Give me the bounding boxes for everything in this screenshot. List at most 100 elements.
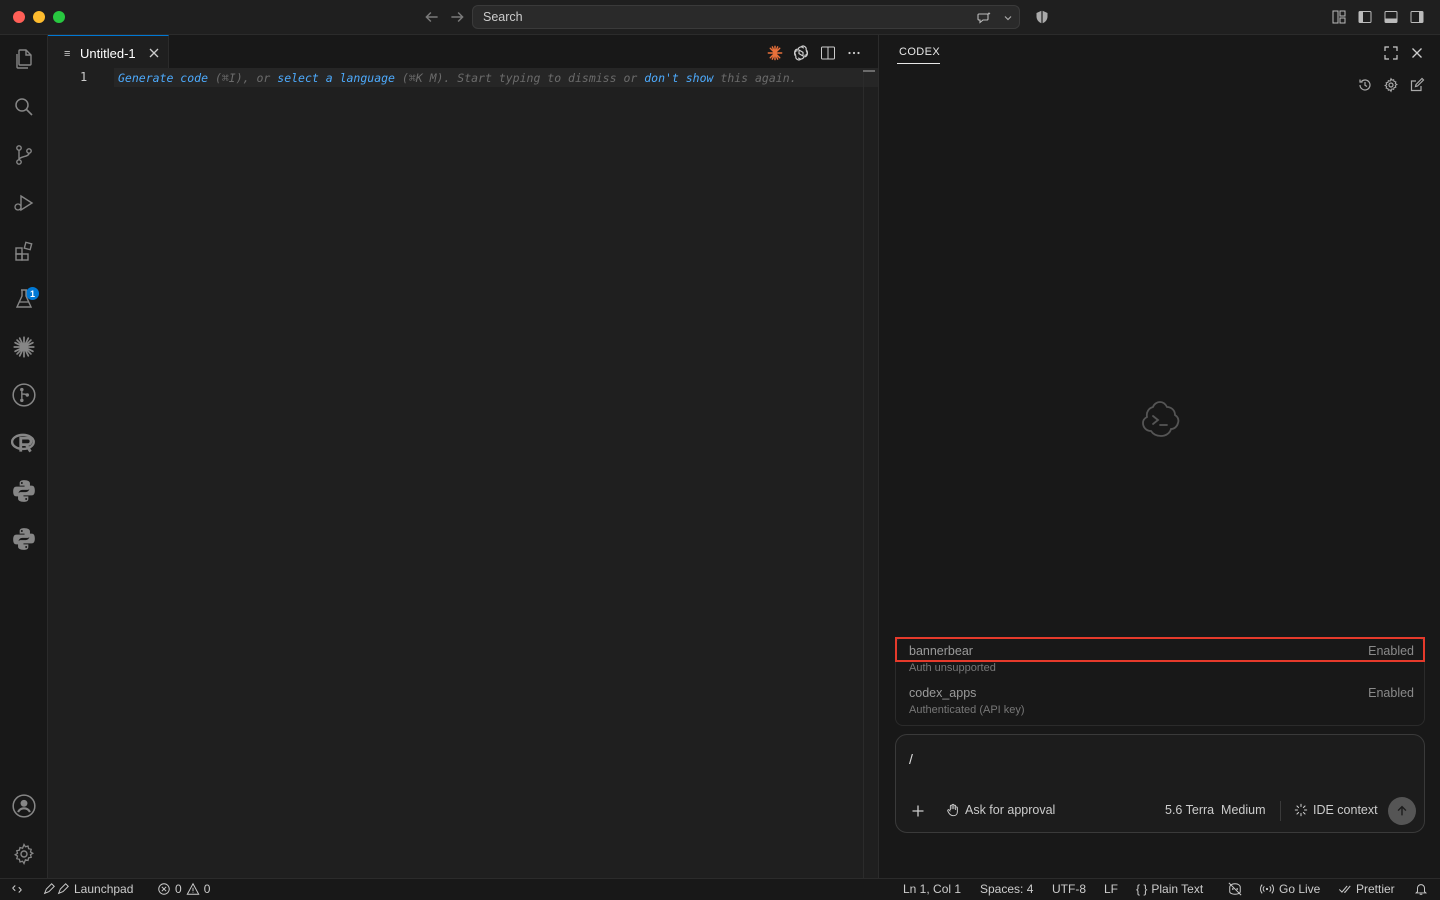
braces-icon: { }: [1136, 882, 1148, 896]
empty-editor-hint: Generate code (⌘I), or select a language…: [118, 71, 797, 85]
back-arrow-icon[interactable]: [423, 8, 441, 26]
toggle-secondary-sidebar-icon[interactable]: [1409, 9, 1425, 25]
ide-context-toggle[interactable]: IDE context: [1294, 803, 1378, 817]
code-editor[interactable]: 1 Generate code (⌘I), or select a langua…: [48, 68, 878, 878]
history-icon[interactable]: [1357, 77, 1373, 93]
editor-group: ≡ Untitled-1 1 Generate code (⌘I), or se…: [48, 35, 878, 878]
close-panel-icon[interactable]: [1409, 45, 1425, 61]
select-language-link[interactable]: select a language: [277, 71, 395, 85]
search-icon[interactable]: [10, 93, 38, 121]
window-maximize-button[interactable]: [53, 11, 65, 23]
generate-code-link[interactable]: Generate code: [118, 71, 208, 85]
extensions-icon[interactable]: [10, 237, 38, 265]
remote-icon: [12, 885, 22, 893]
editor-scrollbar-track[interactable]: [863, 70, 864, 878]
model-selector[interactable]: 5.6 Terra Medium: [1165, 803, 1266, 817]
status-bar: Launchpad 0 0 Ln 1, Col 1 Spaces: 4 UTF-…: [0, 878, 1440, 900]
cursor-position[interactable]: Ln 1, Col 1: [903, 882, 961, 896]
end-of-line[interactable]: LF: [1104, 882, 1118, 896]
r-language-icon[interactable]: [10, 429, 38, 457]
indentation[interactable]: Spaces: 4: [980, 882, 1033, 896]
account-icon[interactable]: [10, 792, 38, 820]
command-center-search[interactable]: Search: [472, 5, 1020, 29]
ide-context-label: IDE context: [1313, 803, 1378, 817]
problems-indicator[interactable]: 0 0: [157, 882, 210, 896]
toggle-primary-sidebar-icon[interactable]: [1357, 9, 1373, 25]
editor-tab-bar: ≡ Untitled-1: [48, 35, 878, 70]
double-check-icon: [1338, 885, 1351, 893]
go-live-button[interactable]: Go Live: [1259, 882, 1320, 896]
mcp-server-auth: Authenticated (API key): [909, 704, 1025, 716]
panel-title[interactable]: CODEX: [899, 46, 940, 58]
hand-icon: [947, 803, 958, 817]
mcp-server-status: Enabled: [1368, 686, 1414, 700]
openai-icon[interactable]: [793, 45, 809, 61]
chat-composer: / Ask for approval 5.6 Terra Medium IDE …: [895, 734, 1425, 833]
more-actions-icon[interactable]: [846, 45, 862, 61]
error-count: 0: [175, 882, 182, 896]
title-bar: Search: [0, 0, 1440, 35]
bell-icon: [1415, 884, 1427, 895]
send-button[interactable]: [1388, 797, 1416, 825]
go-live-label: Go Live: [1279, 882, 1321, 896]
accounts-shield-icon[interactable]: [1034, 9, 1050, 25]
dont-show-link[interactable]: don't show: [644, 71, 713, 85]
plain-text-file-icon: ≡: [64, 48, 71, 60]
prettier-label: Prettier: [1356, 882, 1395, 896]
toggle-panel-icon[interactable]: [1383, 9, 1399, 25]
codex-settings-icon[interactable]: [1383, 77, 1399, 93]
mcp-server-row[interactable]: codex_apps Enabled Authenticated (API ke…: [896, 680, 1426, 722]
python-environments-icon[interactable]: [10, 525, 38, 553]
settings-gear-icon[interactable]: [10, 840, 38, 868]
launchpad-label: Launchpad: [74, 882, 134, 896]
launchpad-button[interactable]: Launchpad: [42, 882, 133, 896]
prettier-status[interactable]: Prettier: [1338, 882, 1395, 896]
testing-flask-icon[interactable]: [10, 285, 38, 313]
explorer-icon[interactable]: [10, 45, 38, 73]
mcp-server-name: codex_apps: [909, 686, 977, 700]
hint-shortcut-2: (⌘K M). Start typing to dismiss or: [394, 71, 645, 85]
hint-shortcut-1: (⌘I), or: [208, 71, 278, 85]
prompt-input[interactable]: /: [909, 751, 913, 767]
python-icon[interactable]: [10, 477, 38, 505]
copilot-chat-icon[interactable]: [976, 10, 992, 26]
codex-logo-icon: [1142, 401, 1180, 437]
claude-code-icon[interactable]: [767, 45, 783, 61]
sparkle-icon: [1294, 803, 1308, 817]
claude-spark-icon[interactable]: [10, 333, 38, 361]
copilot-status[interactable]: [1227, 882, 1243, 896]
remote-indicator[interactable]: [10, 882, 24, 896]
source-control-icon[interactable]: [10, 141, 38, 169]
split-editor-icon[interactable]: [820, 45, 836, 61]
window-minimize-button[interactable]: [33, 11, 45, 23]
broadcast-icon: [1260, 884, 1274, 894]
language-label: Plain Text: [1151, 882, 1204, 896]
arrow-up-icon: [1397, 805, 1407, 816]
language-mode[interactable]: { } Plain Text: [1136, 882, 1203, 896]
search-label: Search: [483, 10, 523, 24]
gitlens-icon[interactable]: [10, 381, 38, 409]
run-debug-icon[interactable]: [10, 189, 38, 217]
composer-divider: [1280, 801, 1281, 821]
mcp-server-auth: Auth unsupported: [909, 662, 996, 674]
copilot-disabled-icon: [1228, 882, 1242, 896]
customize-layout-icon[interactable]: [1331, 9, 1347, 25]
tab-untitled-1[interactable]: ≡ Untitled-1: [48, 35, 169, 70]
maximize-panel-icon[interactable]: [1383, 45, 1399, 61]
highlight-box: [895, 637, 1425, 662]
hint-tail: this again.: [713, 71, 797, 85]
forward-arrow-icon[interactable]: [448, 8, 466, 26]
close-tab-icon[interactable]: [147, 46, 161, 60]
activity-bar: 1: [0, 35, 48, 878]
codex-panel: CODEX bannerbear Enabled Auth unsupporte…: [878, 35, 1440, 878]
new-chat-edit-icon[interactable]: [1409, 77, 1425, 93]
encoding[interactable]: UTF-8: [1052, 882, 1086, 896]
notifications-button[interactable]: [1414, 882, 1428, 896]
add-attachment-icon[interactable]: [910, 803, 926, 819]
chevron-down-icon[interactable]: [1002, 12, 1014, 24]
warning-count: 0: [203, 882, 211, 896]
warning-icon: [186, 882, 200, 895]
approval-mode-button[interactable]: Ask for approval: [946, 803, 1055, 817]
window-close-button[interactable]: [13, 11, 25, 23]
tab-label: Untitled-1: [80, 46, 136, 61]
